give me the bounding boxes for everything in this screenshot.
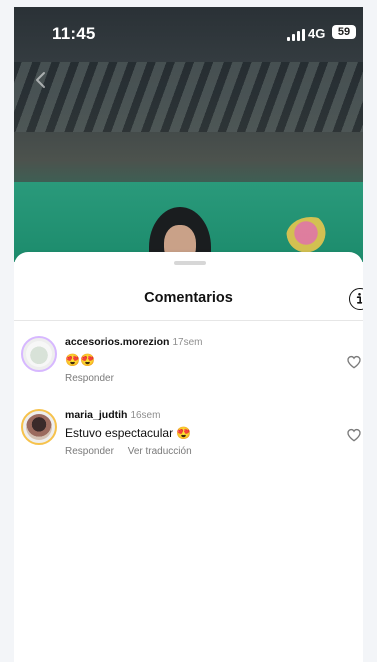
info-icon[interactable] <box>349 288 363 310</box>
drag-handle[interactable] <box>174 261 206 265</box>
heart-outline-icon[interactable] <box>346 427 362 443</box>
comment-text: 😍😍 <box>65 353 95 367</box>
status-bar: 11:45 4G 59 <box>14 7 363 51</box>
network-label: 4G <box>308 26 326 41</box>
chevron-left-icon[interactable] <box>31 70 51 90</box>
comment-item: accesorios.morezion 17sem 😍😍 Responder <box>14 336 363 398</box>
phone-screen: 11:45 4G 59 Comentarios accesorios.morez… <box>14 7 363 662</box>
comment-text: Estuvo espectacular 😍 <box>65 426 192 440</box>
avatar[interactable] <box>21 409 57 445</box>
avatar[interactable] <box>21 336 57 372</box>
reply-button[interactable]: Responder <box>65 373 114 384</box>
signal-icon <box>287 29 305 41</box>
decoration-graphic <box>286 217 336 257</box>
comment-time: 16sem <box>130 410 161 421</box>
battery-level: 59 <box>337 26 351 38</box>
status-time: 11:45 <box>52 24 96 43</box>
battery-icon: 59 <box>332 25 356 39</box>
comment-username[interactable]: accesorios.morezion <box>65 336 169 348</box>
ceiling-stripes <box>14 62 363 132</box>
header-divider <box>14 320 363 321</box>
comment-item: maria_judtih 16sem Estuvo espectacular 😍 … <box>14 409 363 471</box>
comment-time: 17sem <box>172 337 203 348</box>
reply-button[interactable]: Responder <box>65 446 114 457</box>
sheet-title: Comentarios <box>144 290 233 306</box>
see-translation-button[interactable]: Ver traducción <box>128 446 192 457</box>
comment-username[interactable]: maria_judtih <box>65 409 127 421</box>
heart-outline-icon[interactable] <box>346 354 362 370</box>
comments-sheet: Comentarios accesorios.morezion 17sem 😍😍 … <box>14 252 363 662</box>
